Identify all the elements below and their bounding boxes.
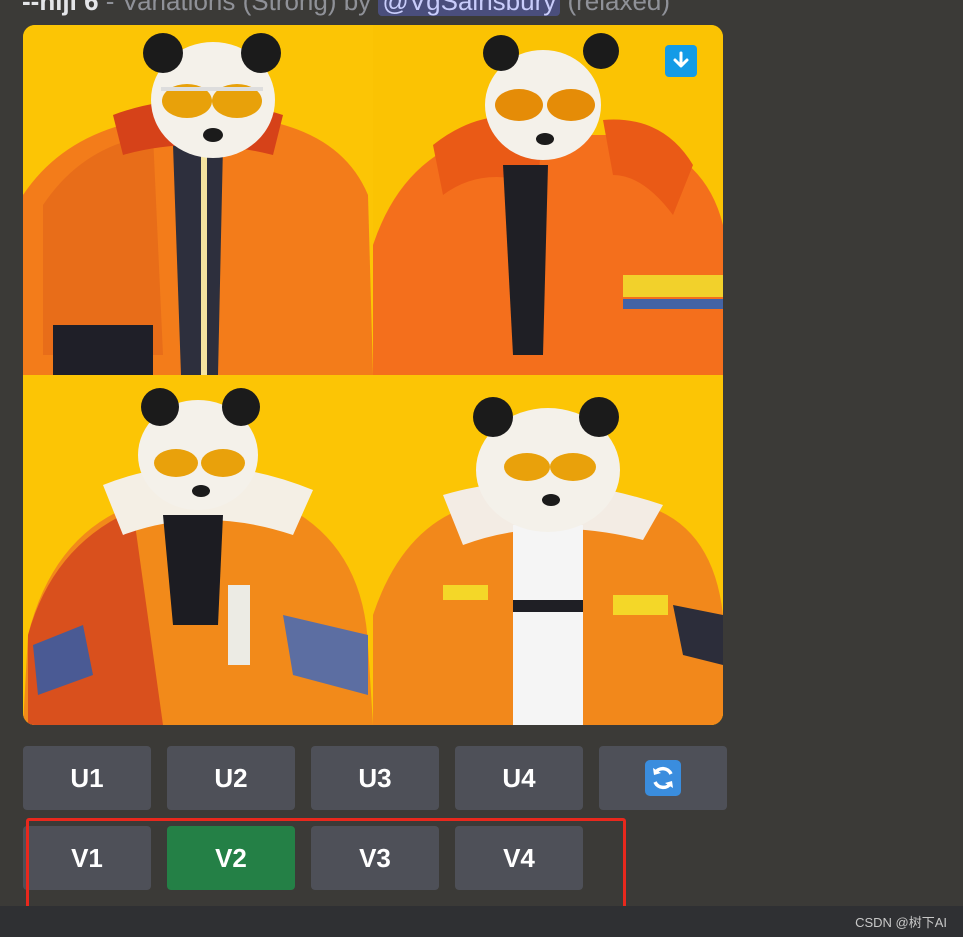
panda-image-4[interactable] (373, 375, 723, 725)
upscale-button-2[interactable]: U2 (167, 746, 295, 810)
upscale-button-4[interactable]: U4 (455, 746, 583, 810)
upscale-button-3[interactable]: U3 (311, 746, 439, 810)
message-header: --niji 6 - Variations (Strong) by @VgSai… (22, 0, 670, 16)
panda-image-1[interactable] (23, 25, 373, 375)
command-text: --niji 6 (22, 0, 99, 16)
separator-text: - (98, 0, 122, 16)
mode-text: (relaxed) (560, 0, 671, 16)
watermark: CSDN @树下AI (855, 915, 947, 930)
variation-text: Variations (Strong) by (121, 0, 379, 16)
panda-image-2[interactable] (373, 25, 723, 375)
image-grid[interactable] (23, 25, 723, 725)
reroll-button[interactable] (599, 746, 727, 810)
upscale-button-1[interactable]: U1 (23, 746, 151, 810)
bottom-bar (0, 906, 963, 937)
user-mention[interactable]: @VgSainsbury (378, 0, 561, 16)
refresh-icon (645, 760, 681, 796)
arrow-down-icon (673, 51, 689, 68)
panda-image-3[interactable] (23, 375, 373, 725)
download-button[interactable] (665, 45, 697, 77)
highlight-box (26, 818, 626, 912)
